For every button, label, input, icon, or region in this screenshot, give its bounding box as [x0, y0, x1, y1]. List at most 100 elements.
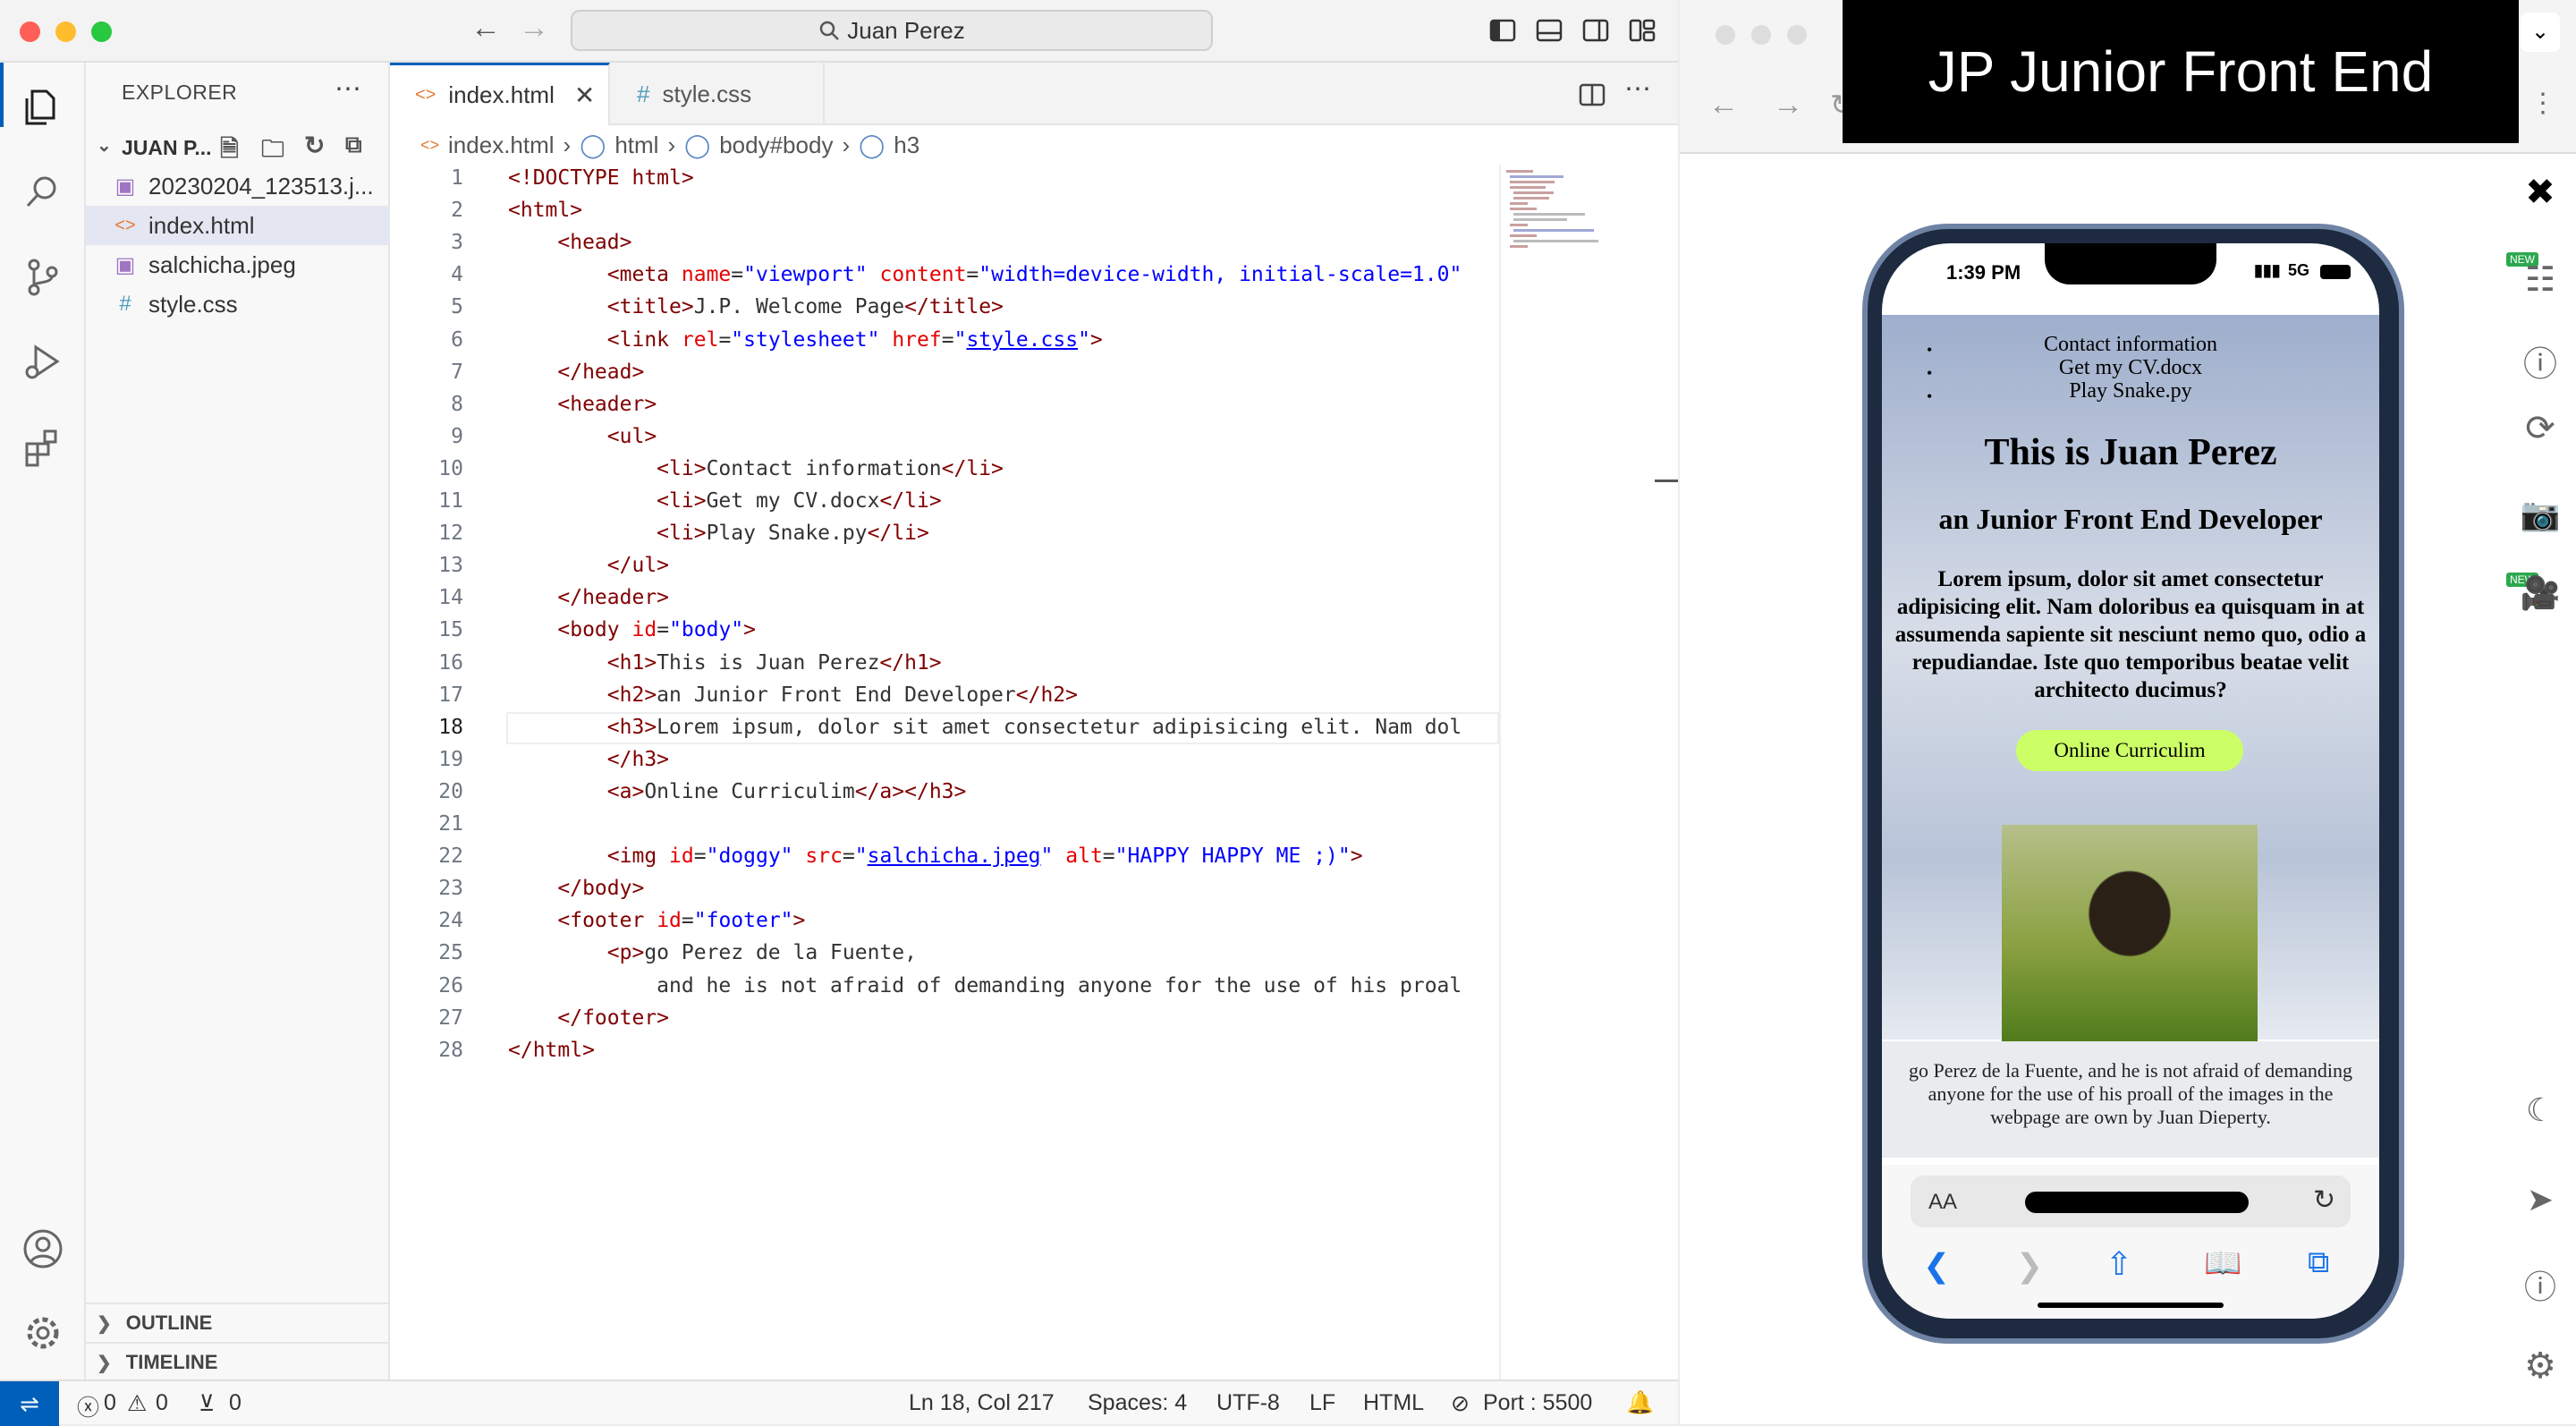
code-line[interactable]: <li>Get my CV.docx</li> — [508, 489, 942, 513]
share-icon[interactable]: ➤ — [2517, 1181, 2563, 1227]
code-line[interactable]: </html> — [508, 1039, 595, 1062]
toggle-primary-sidebar-icon[interactable] — [1488, 16, 1517, 45]
settings-gear-icon[interactable]: ⚙ — [2517, 1345, 2563, 1392]
error-count[interactable]: 0 — [104, 1390, 116, 1416]
refresh-icon[interactable]: ↻ — [304, 131, 325, 160]
cursor-position[interactable]: Ln 18, Col 217 — [909, 1390, 1055, 1416]
code-line[interactable]: <h2>an Junior Front End Developer</h2> — [508, 683, 1078, 707]
end-of-line[interactable]: LF — [1309, 1390, 1335, 1416]
language-mode[interactable]: HTML — [1363, 1390, 1424, 1416]
code-line[interactable]: </ul> — [508, 554, 669, 577]
more-actions-icon[interactable]: ⋯ — [1624, 73, 1651, 105]
list-item[interactable]: Play Snake.py — [1882, 379, 2379, 403]
more-icon[interactable]: ⋮ — [2529, 88, 2556, 119]
editor-scrollbar-marker[interactable] — [1655, 480, 1678, 482]
camera-icon[interactable]: 📷 — [2517, 496, 2563, 542]
ports-count[interactable]: 0 — [229, 1390, 242, 1416]
timeline-section[interactable]: ❯ TIMELINE — [86, 1342, 390, 1381]
tab-style-css[interactable]: # style.css — [610, 63, 825, 125]
notifications-bell-icon[interactable]: 🔔 — [1626, 1390, 1654, 1416]
code-line[interactable]: </head> — [508, 361, 644, 384]
minimize-window-button[interactable] — [55, 21, 76, 42]
close-icon[interactable]: ✕ — [574, 81, 595, 110]
accounts-icon[interactable] — [20, 1226, 66, 1272]
outline-section[interactable]: ❯ OUTLINE — [86, 1303, 390, 1342]
rotate-icon[interactable]: ⟳ — [2517, 408, 2563, 454]
minimap[interactable] — [1499, 165, 1678, 1417]
explorer-files-icon[interactable] — [20, 84, 66, 131]
close-circle-icon[interactable]: ✖ — [2517, 172, 2563, 218]
source-control-icon[interactable] — [20, 254, 66, 301]
close-window-button[interactable] — [20, 21, 40, 42]
code-line[interactable]: <a>Online Curriculim</a></h3> — [508, 780, 967, 803]
share-icon[interactable]: ⇧ — [2106, 1245, 2132, 1283]
file-item-style-css[interactable]: # style.css — [86, 284, 390, 324]
code-line[interactable]: <h3>Lorem ipsum, dolor sit amet consecte… — [508, 716, 1462, 739]
command-center-search[interactable]: Juan Perez — [571, 10, 1213, 51]
code-line[interactable]: <meta name="viewport" content="width=dev… — [508, 263, 1462, 286]
tab-index-html[interactable]: <> index.html ✕ — [390, 63, 610, 125]
extensions-icon[interactable] — [20, 424, 66, 471]
zoom-window-button[interactable] — [1787, 25, 1807, 45]
collapse-all-icon[interactable]: ⧉ — [345, 131, 362, 159]
file-item-image-1[interactable]: ▣ 20230204_123513.j... — [86, 166, 390, 206]
search-icon[interactable] — [20, 168, 66, 215]
address-bar[interactable]: AA ↻ — [1911, 1176, 2351, 1227]
code-line[interactable]: <link rel="stylesheet" href="style.css"> — [508, 328, 1103, 352]
video-record-icon[interactable]: 🎥 — [2517, 574, 2563, 621]
forward-arrow-icon[interactable]: → — [519, 11, 549, 46]
warning-icon[interactable]: ⚠ — [127, 1390, 147, 1417]
file-item-salchicha[interactable]: ▣ salchicha.jpeg — [86, 245, 390, 284]
code-line[interactable]: </body> — [508, 877, 644, 900]
breadcrumb-item[interactable]: body#body — [719, 132, 833, 159]
list-item[interactable]: Contact information — [1882, 333, 2379, 356]
back-arrow-icon[interactable]: ← — [470, 11, 501, 46]
encoding[interactable]: UTF-8 — [1216, 1390, 1280, 1416]
more-actions-icon[interactable]: ⋯ — [335, 73, 361, 105]
code-line[interactable]: <title>J.P. Welcome Page</title> — [508, 295, 1004, 318]
code-line[interactable]: <li>Contact information</li> — [508, 457, 1004, 480]
error-icon[interactable]: ⓧ — [77, 1390, 99, 1422]
toggle-secondary-sidebar-icon[interactable] — [1581, 16, 1610, 45]
code-line[interactable]: <ul> — [508, 425, 657, 448]
back-chevron-icon[interactable]: ❮ — [1923, 1247, 1950, 1285]
settings-gear-icon[interactable] — [20, 1310, 66, 1356]
ports-icon[interactable]: ⊻ — [199, 1390, 215, 1417]
split-editor-icon[interactable] — [1578, 81, 1606, 109]
customize-layout-icon[interactable] — [1628, 16, 1657, 45]
toggle-panel-icon[interactable] — [1535, 16, 1563, 45]
file-item-index-html[interactable]: <> index.html — [86, 206, 390, 245]
breadcrumb-item[interactable]: html — [614, 132, 658, 159]
devices-icon[interactable]: ☷ — [2517, 259, 2563, 306]
code-editor[interactable]: 1 <!DOCTYPE html> 2 <html> 3 <head> 4 <meta n… — [390, 165, 1499, 1149]
minimize-window-button[interactable] — [1751, 25, 1771, 45]
forward-chevron-icon[interactable]: ❯ — [2016, 1247, 2043, 1285]
code-line[interactable]: <footer id="footer"> — [508, 909, 805, 932]
indentation[interactable]: Spaces: 4 — [1088, 1390, 1187, 1416]
remote-indicator-icon[interactable]: ⇌ — [0, 1381, 59, 1426]
zoom-window-button[interactable] — [91, 21, 112, 42]
code-line[interactable]: <img id="doggy" src="salchicha.jpeg" alt… — [508, 845, 1363, 868]
code-line[interactable]: </h3> — [508, 748, 669, 771]
warning-count[interactable]: 0 — [156, 1390, 168, 1416]
code-line[interactable]: <head> — [508, 231, 631, 254]
live-server-port[interactable]: Port : 5500 — [1483, 1390, 1592, 1416]
code-line[interactable]: <html> — [508, 199, 582, 222]
forward-arrow-icon[interactable]: → — [1773, 88, 1803, 123]
run-and-debug-icon[interactable] — [20, 338, 66, 385]
list-item[interactable]: Get my CV.docx — [1882, 356, 2379, 379]
code-line[interactable]: <h1>This is Juan Perez</h1> — [508, 651, 942, 675]
info-icon[interactable]: ⓘ — [2517, 336, 2563, 384]
close-window-button[interactable] — [1716, 25, 1735, 45]
bookmarks-icon[interactable]: 📖 — [2204, 1245, 2241, 1281]
code-line[interactable]: and he is not afraid of demanding anyone… — [508, 974, 1462, 997]
chevron-down-icon[interactable]: ⌄ — [2521, 13, 2560, 52]
code-line[interactable]: <!DOCTYPE html> — [508, 166, 694, 190]
workspace-folder[interactable]: ⌄ JUAN P... 🗎 🗀 ↻ ⧉ — [86, 127, 390, 166]
text-size-button[interactable]: AA — [1928, 1190, 1957, 1215]
code-line[interactable]: </header> — [508, 586, 669, 609]
code-line[interactable]: <header> — [508, 393, 657, 416]
help-icon[interactable]: ⓘ — [2517, 1261, 2563, 1308]
back-arrow-icon[interactable]: ← — [1708, 88, 1739, 123]
code-line[interactable]: <p>go Perez de la Fuente, — [508, 941, 917, 964]
